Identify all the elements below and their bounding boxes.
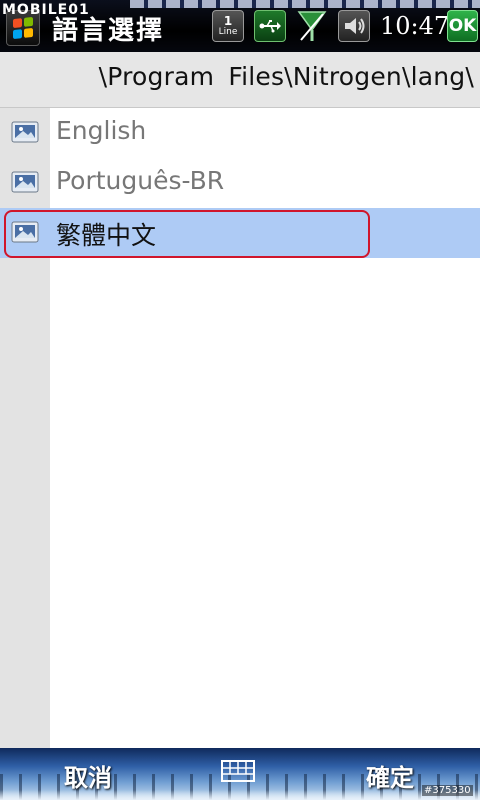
list-item-label: 繁體中文 [56, 221, 157, 250]
image-file-icon [11, 221, 39, 243]
list-item-traditional-chinese[interactable]: 繁體中文 [0, 208, 480, 258]
keyboard-icon[interactable] [221, 760, 255, 782]
windows-start-icon [13, 16, 33, 40]
line-label: Line [218, 27, 238, 37]
path-bar: \Program Files\Nitrogen\lang\ [0, 52, 480, 108]
softkey-bar: 取消 確定 [0, 748, 480, 800]
image-id-watermark: #375330 [422, 785, 473, 796]
status-bar-decoration [130, 0, 480, 8]
ok-softkey[interactable]: 確定 [366, 758, 414, 793]
list-item-label: Português-BR [56, 166, 225, 195]
speaker-icon[interactable] [338, 10, 370, 42]
current-path: \Program Files\Nitrogen\lang\ [98, 62, 474, 91]
list-item-english[interactable]: English [0, 108, 480, 158]
cancel-softkey[interactable]: 取消 [64, 758, 112, 793]
usb-icon[interactable] [254, 10, 286, 42]
list-item-portuguese[interactable]: Português-BR [0, 158, 480, 208]
line-icon[interactable]: 1 Line [212, 10, 244, 42]
image-file-icon [11, 171, 39, 193]
ok-button[interactable]: OK [447, 10, 478, 42]
signal-icon[interactable] [296, 10, 328, 42]
clock[interactable]: 10:47 [380, 12, 449, 40]
image-file-icon [11, 121, 39, 143]
status-bar: MOBILE01 語言選擇 1 Line 10:47 OK [0, 0, 480, 52]
file-list: English Português-BR 繁體中文 [0, 108, 480, 748]
app-title: 語言選擇 [52, 16, 165, 46]
list-item-label: English [56, 116, 147, 145]
line-count: 1 [223, 14, 233, 28]
